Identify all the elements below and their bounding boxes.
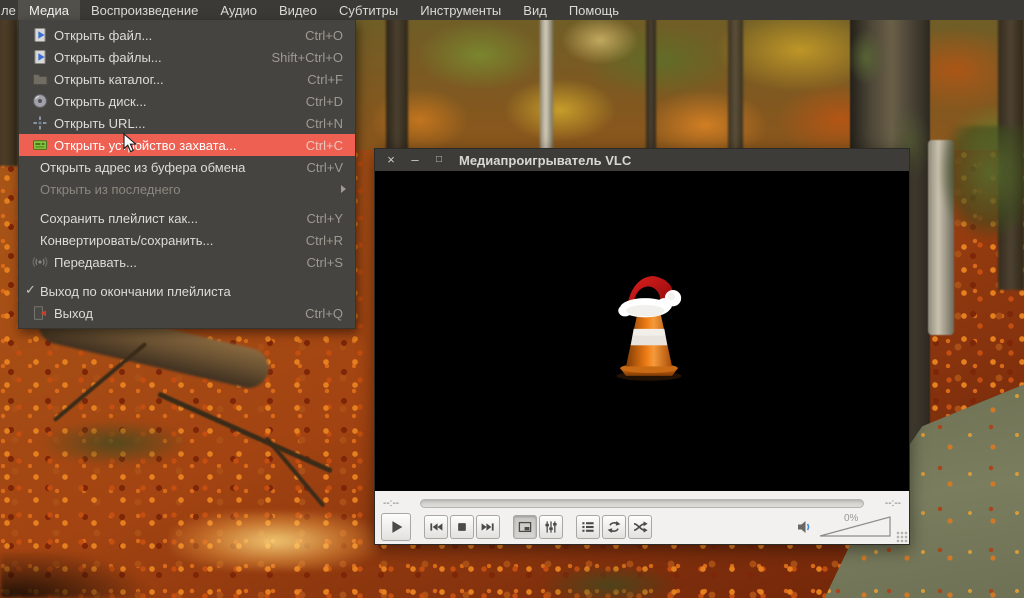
menubar: ле Медиа Воспроизведение Аудио Видео Суб… [0, 0, 1024, 20]
vlc-controls-bar: --:-- --:-- [375, 491, 909, 544]
menubar-item-video[interactable]: Видео [268, 0, 328, 20]
vlc-titlebar[interactable]: × – □ Медиапроигрыватель VLC [375, 149, 909, 171]
network-icon [32, 115, 48, 131]
previous-icon [428, 519, 444, 535]
playback-buttons-row: 0% [375, 511, 909, 542]
window-title: Медиапроигрыватель VLC [459, 153, 631, 168]
play-button[interactable] [381, 513, 411, 541]
seek-row: --:-- --:-- [375, 491, 909, 511]
play-icon [387, 518, 405, 536]
menu-item-save-playlist[interactable]: Сохранить плейлист как... Ctrl+Y [19, 207, 355, 229]
maximize-button[interactable]: □ [431, 150, 447, 170]
menu-item-open-files[interactable]: Открыть файлы... Shift+Ctrl+O [19, 46, 355, 68]
menubar-item-playback[interactable]: Воспроизведение [80, 0, 209, 20]
menu-item-open-file[interactable]: Открыть файл... Ctrl+O [19, 24, 355, 46]
playlist-icon [580, 519, 596, 535]
menu-item-open-clipboard-address[interactable]: Открыть адрес из буфера обмена Ctrl+V [19, 156, 355, 178]
menubar-item-audio[interactable]: Аудио [209, 0, 268, 20]
submenu-arrow-icon [341, 185, 346, 193]
checkmark-icon: ✓ [25, 282, 36, 298]
menu-item-open-url[interactable]: Открыть URL... Ctrl+N [19, 112, 355, 134]
file-play-icon [32, 49, 48, 65]
mouse-cursor [123, 133, 137, 153]
menubar-item-media[interactable]: Медиа [18, 0, 80, 20]
seek-slider[interactable] [420, 499, 864, 508]
quit-icon [32, 305, 48, 321]
folder-icon [32, 71, 48, 87]
disc-icon [32, 93, 48, 109]
previous-button[interactable] [424, 515, 448, 539]
equalizer-icon [543, 519, 559, 535]
stop-button[interactable] [450, 515, 474, 539]
menu-item-quit-at-playlist-end[interactable]: ✓ Выход по окончании плейлиста [19, 280, 355, 302]
shuffle-icon [632, 519, 648, 535]
moss-patch [938, 126, 1024, 242]
moss-patch [540, 565, 680, 598]
menubar-item-view[interactable]: Вид [512, 0, 558, 20]
vlc-window: × – □ Медиапроигрыватель VLC [374, 148, 910, 545]
menu-item-stream[interactable]: Передавать... Ctrl+S [19, 251, 355, 273]
speaker-icon[interactable] [796, 518, 814, 536]
menu-item-open-disc[interactable]: Открыть диск... Ctrl+D [19, 90, 355, 112]
time-elapsed: --:-- [383, 498, 413, 509]
sunlight-patch [170, 512, 380, 570]
vlc-cone-santa-logo [601, 267, 697, 385]
menubar-item-subtitles[interactable]: Субтитры [328, 0, 409, 20]
menubar-item-help[interactable]: Помощь [558, 0, 630, 20]
menu-item-convert-save[interactable]: Конвертировать/сохранить... Ctrl+R [19, 229, 355, 251]
shuffle-button[interactable] [628, 515, 652, 539]
loop-icon [606, 519, 622, 535]
shadow-corner [0, 552, 170, 598]
video-area[interactable] [375, 171, 909, 491]
menu-item-open-capture-device[interactable]: Открыть устройство захвата... Ctrl+C [19, 134, 355, 156]
volume-percent-label: 0% [844, 513, 858, 524]
menu-item-open-recent[interactable]: Открыть из последнего [19, 178, 355, 200]
next-button[interactable] [476, 515, 500, 539]
media-menu-dropdown: Открыть файл... Ctrl+O Открыть файлы... … [18, 20, 356, 329]
menubar-partial-item[interactable]: ле [0, 0, 18, 20]
volume-area: 0% [796, 516, 891, 537]
capture-device-icon [32, 137, 48, 153]
tree-trunk [0, 16, 18, 166]
menubar-item-tools[interactable]: Инструменты [409, 0, 512, 20]
close-button[interactable]: × [383, 150, 399, 170]
loop-button[interactable] [602, 515, 626, 539]
menu-separator [19, 200, 355, 207]
volume-slider[interactable]: 0% [819, 516, 891, 537]
fullscreen-icon [517, 519, 533, 535]
playlist-button[interactable] [576, 515, 600, 539]
moss-patch [40, 420, 190, 466]
next-icon [480, 519, 496, 535]
file-play-icon [32, 27, 48, 43]
minimize-button[interactable]: – [407, 150, 423, 170]
time-total: --:-- [871, 498, 901, 509]
menu-item-quit[interactable]: Выход Ctrl+Q [19, 302, 355, 324]
equalizer-button[interactable] [539, 515, 563, 539]
menu-item-open-folder[interactable]: Открыть каталог... Ctrl+F [19, 68, 355, 90]
broadcast-icon [32, 254, 48, 270]
fullscreen-button[interactable] [513, 515, 537, 539]
stop-icon [454, 519, 470, 535]
resize-grip[interactable] [896, 531, 908, 543]
menu-separator [19, 273, 355, 280]
